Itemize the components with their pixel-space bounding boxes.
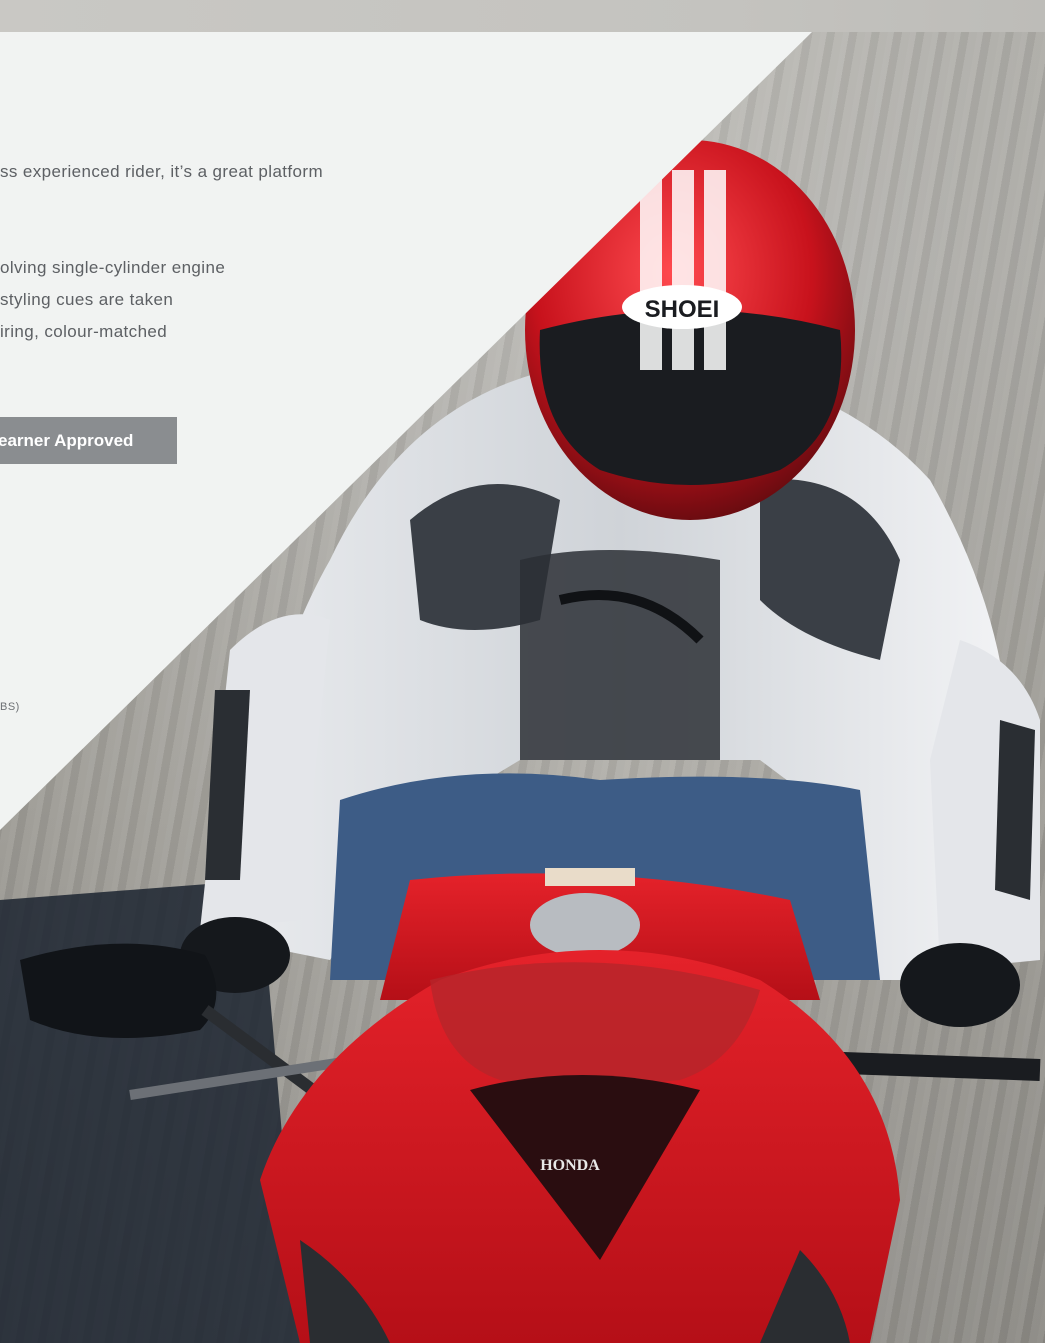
learner-approved-badge[interactable]: earner Approved — [0, 417, 177, 464]
intro-text-line: ss experienced rider, it’s a great platf… — [0, 162, 324, 181]
helmet-logo: SHOEI — [645, 296, 720, 323]
body-text-line: iring, colour-matched — [0, 322, 168, 341]
page: SHOEI HONDA ss experienced rider, it’s a… — [0, 0, 1045, 1343]
top-strip — [0, 0, 1045, 32]
body-text-line: styling cues are taken — [0, 290, 174, 309]
body-text-line: olving single-cylinder engine — [0, 258, 226, 277]
bike-logo: HONDA — [540, 1157, 600, 1174]
spec-note: BS) — [0, 701, 20, 713]
